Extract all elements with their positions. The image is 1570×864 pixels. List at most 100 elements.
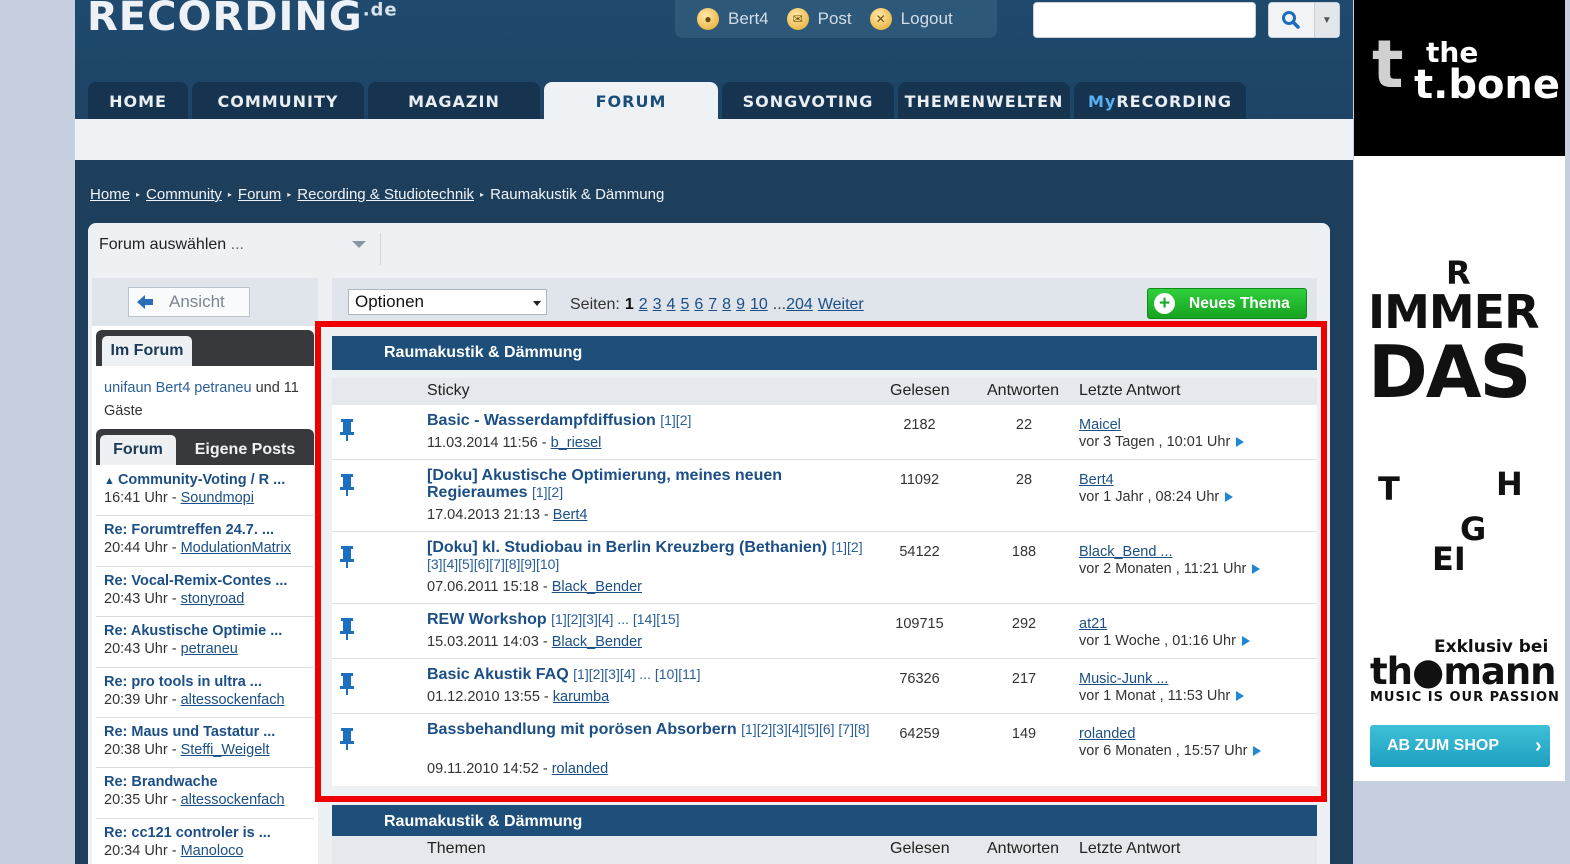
new-topic-button[interactable]: + Neues Thema	[1147, 288, 1307, 319]
thread-pages[interactable]: [1][2]	[532, 484, 563, 500]
list-item[interactable]: Re: pro tools in ultra ... 20:39 Uhr - al…	[96, 668, 314, 718]
page-link[interactable]: 2	[639, 296, 648, 314]
table-row[interactable]: [Doku] Akustische Optimierung, meines ne…	[332, 460, 1317, 532]
arrow-right-icon[interactable]	[1241, 636, 1250, 647]
chevron-down-icon[interactable]	[352, 241, 366, 248]
post-author[interactable]: Steffi_Weigelt	[181, 742, 270, 758]
logout-link[interactable]: ✕ Logout	[869, 8, 953, 30]
post-title[interactable]: Re: Akustische Optimie ...	[104, 623, 314, 639]
arrow-right-icon[interactable]	[1252, 564, 1261, 575]
last-reply-user[interactable]: rolanded	[1079, 726, 1135, 742]
thread-author[interactable]: Black_Bender	[552, 634, 642, 650]
page-link[interactable]: 5	[680, 296, 689, 314]
breadcrumb-recording[interactable]: Recording & Studiotechnik	[297, 186, 474, 203]
thread-author[interactable]: b_riesel	[551, 435, 602, 451]
tab-im-forum[interactable]: Im Forum	[102, 336, 192, 366]
thread-title[interactable]: [Doku] Akustische Optimierung, meines ne…	[427, 467, 782, 501]
list-item[interactable]: Re: Maus und Tastatur ... 20:38 Uhr - Ste…	[96, 718, 314, 769]
arrow-right-icon[interactable]	[1236, 691, 1245, 702]
last-reply-user[interactable]: Music-Junk ...	[1079, 671, 1168, 687]
page-link[interactable]: 10	[750, 296, 768, 314]
post-author[interactable]: stonyroad	[181, 591, 245, 607]
arrow-right-icon[interactable]	[1236, 437, 1245, 448]
post-title[interactable]: Re: Forumtreffen 24.7. ...	[104, 522, 314, 538]
post-title[interactable]: Re: Vocal-Remix-Contes ...	[104, 573, 314, 589]
advertisement[interactable]: t the t.bone R IMMER DAS T H G EI Exklus…	[1354, 0, 1565, 781]
thread-author[interactable]: Bert4	[553, 507, 588, 523]
last-reply-user[interactable]: Bert4	[1079, 472, 1114, 488]
page-next[interactable]: Weiter	[818, 296, 864, 314]
post-link[interactable]: ✉ Post	[786, 8, 852, 30]
arrow-right-icon[interactable]	[1253, 746, 1262, 757]
page-link[interactable]: 7	[708, 296, 717, 314]
page-link[interactable]: 4	[667, 296, 676, 314]
tab-themenwelten[interactable]: THEMENWELTEN	[898, 82, 1070, 120]
page-link[interactable]: 3	[653, 296, 662, 314]
breadcrumb-forum[interactable]: Forum	[238, 186, 281, 203]
thread-author[interactable]: karumba	[553, 689, 609, 705]
post-title[interactable]: Re: Brandwache	[104, 774, 314, 790]
tab-magazin[interactable]: MAGAZIN	[368, 82, 540, 120]
list-item[interactable]: ▲ Community-Voting / R ... 16:41 Uhr - So…	[96, 466, 314, 517]
list-item[interactable]: Re: Forumtreffen 24.7. ... 20:44 Uhr - Mo…	[96, 516, 314, 567]
thread-title[interactable]: [Doku] kl. Studiobau in Berlin Kreuzberg…	[427, 539, 827, 556]
list-item[interactable]: Re: Vocal-Remix-Contes ... 20:43 Uhr - st…	[96, 567, 314, 618]
options-select[interactable]: Optionen	[348, 289, 547, 315]
last-reply-user[interactable]: Maicel	[1079, 417, 1121, 433]
thread-pages[interactable]: [1][2]	[660, 412, 691, 428]
last-reply-user[interactable]: at21	[1079, 616, 1107, 632]
page-link[interactable]: 9	[736, 296, 745, 314]
user-link[interactable]: ● Bert4	[697, 8, 769, 30]
thread-pages[interactable]: [1][2][3][4] ... [14][15]	[551, 611, 679, 627]
tab-myrecording[interactable]: My RECORDING	[1074, 82, 1246, 120]
chevron-down-icon[interactable]: ▼	[1313, 3, 1339, 37]
breadcrumb-home[interactable]: Home	[90, 186, 130, 203]
arrow-right-icon[interactable]	[1225, 492, 1234, 503]
post-author[interactable]: Manoloco	[181, 843, 244, 859]
page-link[interactable]: 6	[694, 296, 703, 314]
page-link[interactable]: 8	[722, 296, 731, 314]
tab-forum-posts[interactable]: Forum	[100, 435, 176, 465]
tab-home[interactable]: HOME	[88, 82, 188, 120]
post-author[interactable]: Soundmopi	[181, 490, 254, 506]
tab-songvoting[interactable]: SONGVOTING	[722, 82, 894, 120]
thread-title[interactable]: REW Workshop	[427, 611, 547, 628]
post-title[interactable]: Re: pro tools in ultra ...	[104, 674, 314, 690]
table-row[interactable]: Basic - Wasserdampfdiffusion [1][2] 11.0…	[332, 405, 1317, 460]
thread-author[interactable]: rolanded	[552, 761, 608, 777]
thread-pages[interactable]: [1][2][3][4][5][6] [7][8]	[741, 721, 869, 737]
site-logo[interactable]: RECORDING.de	[87, 0, 398, 40]
forum-select[interactable]: Forum auswählen ...	[99, 236, 244, 254]
post-author[interactable]: altessockenfach	[181, 792, 285, 808]
last-reply-user[interactable]: Black_Bend ...	[1079, 544, 1173, 560]
list-item[interactable]: Re: cc121 controler is ... 20:34 Uhr - Ma…	[96, 819, 314, 864]
thread-title[interactable]: Basic - Wasserdampfdiffusion	[427, 412, 656, 429]
post-title[interactable]: Re: Maus und Tastatur ...	[104, 724, 314, 740]
thread-author[interactable]: Black_Bender	[552, 579, 642, 595]
thread-title[interactable]: Bassbehandlung mit porösen Absorbern	[427, 721, 737, 738]
table-row[interactable]: [Doku] kl. Studiobau in Berlin Kreuzberg…	[332, 532, 1317, 604]
view-toggle-button[interactable]: Ansicht	[128, 287, 250, 317]
thread-title[interactable]: Basic Akustik FAQ	[427, 666, 569, 683]
page-link-last[interactable]: 204	[786, 296, 813, 314]
tab-community[interactable]: COMMUNITY	[192, 82, 364, 120]
tab-own-posts[interactable]: Eigene Posts	[180, 435, 310, 465]
post-title[interactable]: Community-Voting / R ...	[118, 472, 285, 488]
list-item[interactable]: Re: Akustische Optimie ... 20:43 Uhr - pe…	[96, 617, 314, 668]
thread-pages[interactable]: [1][2][3][4] ... [10][11]	[573, 666, 700, 682]
post-author[interactable]: altessockenfach	[181, 692, 285, 708]
table-row[interactable]: REW Workshop [1][2][3][4] ... [14][15] 1…	[332, 604, 1317, 659]
list-item[interactable]: Re: Brandwache 20:35 Uhr - altessockenfac…	[96, 768, 314, 819]
thread-read-count: 54122	[899, 544, 940, 560]
table-row[interactable]: Basic Akustik FAQ [1][2][3][4] ... [10][…	[332, 659, 1317, 714]
post-author[interactable]: ModulationMatrix	[181, 540, 291, 556]
post-title[interactable]: Re: cc121 controler is ...	[104, 825, 314, 841]
table-row[interactable]: Bassbehandlung mit porösen Absorbern [1]…	[332, 714, 1317, 786]
online-user-list[interactable]: unifaun Bert4 petraneu	[104, 380, 252, 396]
breadcrumb-community[interactable]: Community	[146, 186, 222, 203]
shop-button[interactable]: AB ZUM SHOP ›	[1370, 725, 1550, 767]
post-author[interactable]: petraneu	[181, 641, 238, 657]
search-input[interactable]	[1033, 2, 1256, 38]
tab-forum[interactable]: FORUM	[544, 82, 718, 120]
search-button[interactable]: ▼	[1268, 2, 1340, 38]
